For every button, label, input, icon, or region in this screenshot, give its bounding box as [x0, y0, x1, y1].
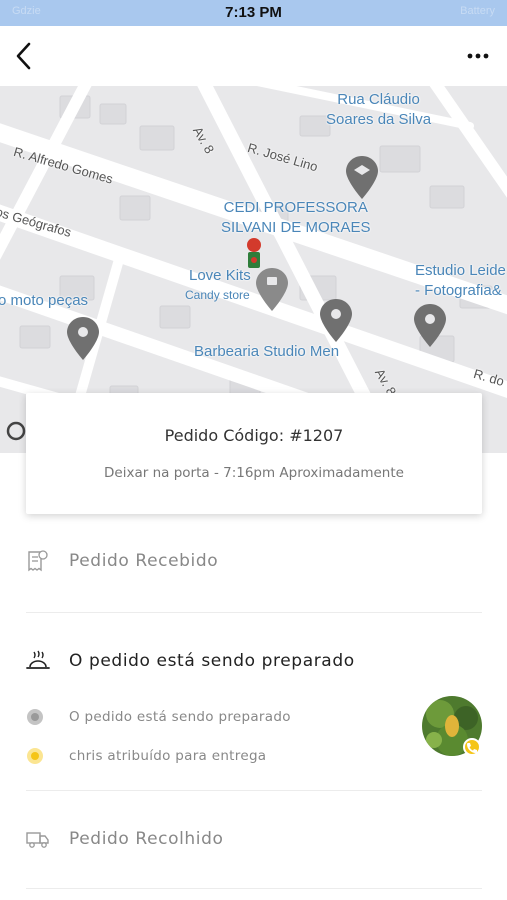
- sub-status-text: chris atribuído para entrega: [69, 748, 267, 764]
- sub-status-text: O pedido está sendo preparado: [69, 709, 291, 725]
- battery-label: Battery: [460, 5, 495, 17]
- place-label: o moto peças: [0, 292, 89, 309]
- call-button[interactable]: [463, 738, 481, 756]
- order-info-card: Pedido Código: #1207 Deixar na porta - 7…: [26, 393, 482, 514]
- divider: [26, 790, 482, 791]
- divider: [26, 888, 482, 889]
- receipt-icon: [28, 550, 48, 572]
- place-label: Candy store: [185, 288, 250, 302]
- delivery-truck-icon: [26, 832, 49, 848]
- back-button[interactable]: [10, 40, 38, 72]
- divider: [26, 612, 482, 613]
- step-received-label: Pedido Recebido: [69, 551, 219, 571]
- more-options-button[interactable]: [465, 46, 493, 66]
- phone-icon: [467, 743, 477, 753]
- order-code: Pedido Código: #1207: [164, 426, 344, 445]
- more-horizontal-icon: [467, 53, 489, 59]
- cooking-dish-icon: [26, 650, 50, 669]
- status-dot-yellow: [27, 748, 43, 764]
- place-label: Rua Cláudio Soares da Silva: [326, 91, 432, 128]
- place-label: Barbearia Studio Men: [194, 343, 340, 360]
- place-label: CEDI PROFESSORA SILVANI DE MORAES: [221, 199, 371, 236]
- status-dot-grey: [27, 709, 43, 725]
- place-label: Estudio Leide - Fotografia&: [415, 262, 506, 299]
- place-label: Love Kits: [189, 267, 251, 284]
- status-time: 7:13 PM: [225, 4, 282, 21]
- step-collected-label: Pedido Recolhido: [69, 829, 224, 849]
- status-bar: Gdzie 7:13 PM Battery: [0, 0, 507, 26]
- step-preparing-label: O pedido está sendo preparado: [69, 651, 355, 671]
- order-eta: Deixar na porta - 7:16pm Aproximadamente: [104, 465, 404, 481]
- chevron-left-icon: [16, 42, 31, 70]
- app-bar: [0, 26, 507, 86]
